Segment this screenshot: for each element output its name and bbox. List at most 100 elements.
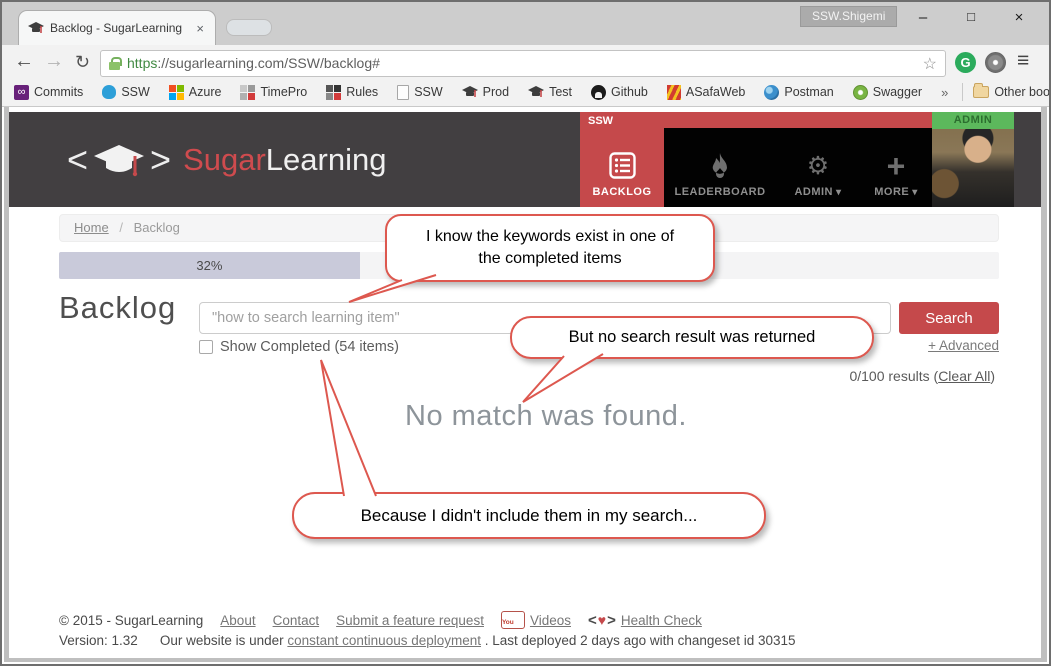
bookmark-rules[interactable]: Rules — [326, 85, 378, 100]
new-tab-button[interactable] — [226, 19, 272, 36]
graduation-cap-icon — [462, 86, 478, 99]
admin-role-badge: ADMIN — [932, 112, 1014, 129]
forward-icon[interactable]: → — [44, 50, 64, 73]
health-open-bracket: < — [588, 612, 597, 629]
logo-text-learning: Learning — [266, 142, 387, 178]
grammarly-extension-icon[interactable]: G — [955, 52, 976, 73]
bookmarks-bar: ∞ Commits SSW Azure TimePro — [2, 78, 1049, 107]
film-reel-extension-icon[interactable] — [985, 52, 1006, 73]
callout-not-included: Because I didn't include them in my sear… — [292, 492, 766, 539]
browser-tab[interactable]: Backlog - SugarLearning × — [18, 10, 216, 45]
timepro-icon — [240, 85, 255, 100]
close-button[interactable]: × — [1003, 9, 1035, 26]
contact-link[interactable]: Contact — [273, 613, 320, 628]
chevron-down-icon: ▾ — [912, 187, 918, 198]
bookmark-azure[interactable]: Azure — [169, 85, 222, 100]
window-frame-left — [4, 107, 9, 662]
nav-item-admin[interactable]: ⚙ ADMIN▾ — [776, 128, 860, 207]
chevron-down-icon: ▾ — [836, 187, 842, 198]
bookmark-postman[interactable]: Postman — [764, 85, 833, 100]
copyright: © 2015 - SugarLearning — [59, 613, 203, 628]
github-icon — [591, 85, 606, 100]
postman-icon — [764, 85, 779, 100]
rules-icon — [326, 85, 341, 100]
maximize-button[interactable]: □ — [955, 9, 987, 24]
progress-fill: 32% — [59, 252, 360, 279]
bookmark-swagger[interactable]: Swagger — [853, 85, 922, 100]
sugarlearning-logo[interactable]: < > Sugar Learning — [9, 139, 386, 181]
tab-close-icon[interactable]: × — [194, 21, 206, 36]
window-frame-bottom — [4, 658, 1047, 662]
show-completed-label: Show Completed (54 items) — [220, 339, 399, 355]
bookmark-ssw[interactable]: SSW — [102, 85, 149, 99]
nav-item-backlog[interactable]: BACKLOG — [580, 128, 664, 207]
bookmark-asafaweb[interactable]: ASafaWeb — [667, 85, 746, 100]
breadcrumb-current: Backlog — [134, 220, 180, 235]
plus-icon: + — [887, 153, 906, 179]
logo-close-bracket: > — [150, 139, 171, 181]
flame-icon — [710, 153, 730, 179]
footer-version-line: Version: 1.32 Our website is under consta… — [59, 633, 796, 648]
deploy-text-suffix: . Last deployed 2 days ago with changese… — [481, 633, 795, 648]
site-header: < > Sugar Learning SSW — [9, 112, 1041, 207]
bookmark-commits[interactable]: ∞ Commits — [14, 85, 83, 100]
nav-item-more[interactable]: + MORE▾ — [860, 128, 932, 207]
youtube-icon: You Tube — [501, 611, 525, 629]
profile-photo[interactable] — [932, 129, 1014, 207]
no-match-message: No match was found. — [405, 400, 687, 433]
swagger-icon — [853, 85, 868, 100]
bookmark-timepro[interactable]: TimePro — [240, 85, 307, 100]
divider — [962, 83, 963, 101]
feature-request-link[interactable]: Submit a feature request — [336, 613, 484, 628]
version-label: Version: 1.32 — [59, 633, 138, 648]
deploy-text: Our website is under — [160, 633, 288, 648]
callout-keywords-exist: I know the keywords exist in one of the … — [385, 214, 715, 282]
secure-padlock-icon — [109, 57, 120, 70]
nav-item-leaderboard[interactable]: LEADERBOARD — [664, 128, 776, 207]
bookmark-ssw-doc[interactable]: SSW — [397, 85, 442, 100]
graduation-cap-icon — [528, 86, 544, 99]
clear-all-link[interactable]: Clear All — [938, 368, 990, 384]
favicon-graduation-cap-icon — [28, 22, 44, 35]
breadcrumb-home-link[interactable]: Home — [74, 220, 109, 235]
org-label: SSW — [588, 115, 613, 127]
refresh-icon[interactable]: ↻ — [75, 52, 90, 73]
logo-open-bracket: < — [67, 139, 88, 181]
backlog-list-icon — [609, 152, 636, 179]
videos-group: You Tube Videos — [501, 611, 571, 629]
continuous-deployment-link[interactable]: constant continuous deployment — [287, 633, 481, 648]
folder-icon — [973, 86, 989, 98]
bookmark-star-icon[interactable]: ☆ — [923, 54, 937, 74]
tab-title: Backlog - SugarLearning — [50, 21, 194, 35]
profile-badge[interactable]: SSW.Shigemi — [800, 6, 897, 27]
other-bookmarks-button[interactable]: Other bookmarks — [973, 85, 1051, 99]
browser-window: Backlog - SugarLearning × SSW.Shigemi – … — [0, 0, 1051, 666]
logo-graduation-cap-icon — [92, 143, 146, 177]
health-check-group: < ♥ > Health Check — [588, 612, 702, 629]
videos-link[interactable]: Videos — [530, 613, 571, 628]
callout-no-result: But no search result was returned — [510, 316, 874, 359]
search-button[interactable]: Search — [899, 302, 999, 334]
nav-dark-group: LEADERBOARD ⚙ ADMIN▾ + MORE▾ — [664, 128, 932, 207]
about-link[interactable]: About — [220, 613, 255, 628]
page-title: Backlog — [59, 290, 176, 326]
url-text: ://sugarlearning.com/SSW/backlog# — [157, 55, 380, 71]
chrome-menu-icon[interactable]: ≡ — [1017, 49, 1029, 73]
health-check-link[interactable]: Health Check — [621, 613, 702, 628]
visual-studio-icon: ∞ — [14, 85, 29, 100]
bookmark-test[interactable]: Test — [528, 85, 572, 99]
bookmark-github[interactable]: Github — [591, 85, 648, 100]
gear-icon: ⚙ — [807, 153, 829, 179]
user-area: ADMIN — [932, 112, 1014, 207]
results-count: 0/100 results (Clear All) — [849, 368, 995, 384]
azure-icon — [169, 85, 184, 100]
minimize-button[interactable]: – — [907, 9, 939, 26]
show-completed-row: Show Completed (54 items) — [199, 339, 399, 355]
back-icon[interactable]: ← — [14, 50, 34, 73]
bookmarks-overflow-icon[interactable]: » — [941, 85, 948, 100]
advanced-search-link[interactable]: + Advanced — [899, 338, 999, 353]
address-bar[interactable]: https://sugarlearning.com/SSW/backlog# ☆ — [100, 50, 946, 77]
breadcrumb-separator: / — [119, 220, 123, 235]
bookmark-prod[interactable]: Prod — [462, 85, 509, 99]
show-completed-checkbox[interactable] — [199, 340, 213, 354]
